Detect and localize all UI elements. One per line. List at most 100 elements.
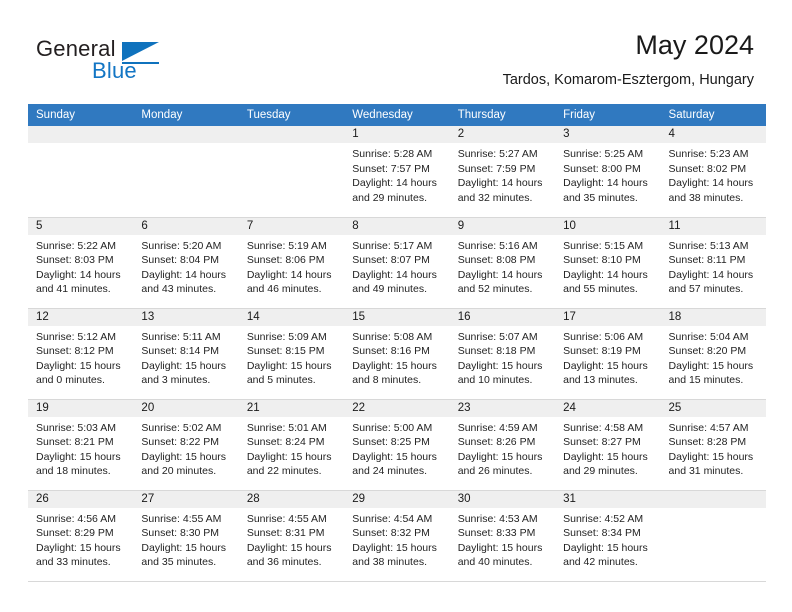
calendar-day-cell[interactable]: 20 Sunrise: 5:02 AM Sunset: 8:22 PM Dayligh… <box>133 398 239 491</box>
sunrise-text: Sunrise: 5:08 AM <box>352 330 433 343</box>
daylight-text-line2: and 57 minutes. <box>668 283 744 296</box>
calendar-day-cell[interactable]: 17 Sunrise: 5:06 AM Sunset: 8:19 PM Dayligh… <box>555 307 661 400</box>
calendar-week-row: 19 Sunrise: 5:03 AM Sunset: 8:21 PM Dayligh… <box>28 398 766 491</box>
day-number: 6 <box>133 217 239 235</box>
daylight-text-line1: Daylight: 15 hours <box>457 450 543 463</box>
sunset-text: Sunset: 8:19 PM <box>563 345 641 358</box>
daylight-text-line2: and 20 minutes. <box>141 465 217 478</box>
sunset-text: Sunset: 8:24 PM <box>246 436 325 449</box>
calendar-day-cell[interactable]: 4 Sunrise: 5:23 AM Sunset: 8:02 PM Daylight… <box>660 126 766 218</box>
calendar-day-cell[interactable]: 5 Sunrise: 5:22 AM Sunset: 8:03 PM Daylight… <box>28 216 134 309</box>
calendar-day-cell[interactable]: 31 Sunrise: 4:52 AM Sunset: 8:34 PM Dayligh… <box>555 489 661 582</box>
day-details: Sunrise: 5:04 AM Sunset: 8:20 PM Daylight:… <box>661 326 766 388</box>
sunset-text: Sunset: 8:04 PM <box>141 254 220 267</box>
calendar-day-cell[interactable]: 14 Sunrise: 5:09 AM Sunset: 8:15 PM Dayligh… <box>238 307 345 400</box>
daylight-text-line1: Daylight: 15 hours <box>563 359 648 372</box>
sunset-text: Sunset: 8:08 PM <box>457 254 536 267</box>
calendar-day-cell[interactable]: 6 Sunrise: 5:20 AM Sunset: 8:04 PM Daylight… <box>133 216 239 309</box>
day-number: 23 <box>449 399 556 417</box>
weekday-header-friday: Friday <box>555 104 661 126</box>
day-number: 14 <box>238 308 345 326</box>
sunset-text: Sunset: 7:59 PM <box>457 162 536 175</box>
calendar-day-cell[interactable]: 24 Sunrise: 4:58 AM Sunset: 8:27 PM Dayligh… <box>555 398 661 491</box>
sunset-text: Sunset: 8:29 PM <box>36 527 114 540</box>
sunset-text: Sunset: 8:33 PM <box>457 527 536 540</box>
day-number: 2 <box>449 126 556 143</box>
daylight-text-line2: and 46 minutes. <box>246 283 322 296</box>
calendar-day-cell[interactable]: 2 Sunrise: 5:27 AM Sunset: 7:59 PM Daylight… <box>449 126 556 218</box>
day-details: Sunrise: 5:22 AM Sunset: 8:03 PM Daylight:… <box>28 235 133 297</box>
calendar-day-cell[interactable]: 10 Sunrise: 5:15 AM Sunset: 8:10 PM Dayligh… <box>555 216 661 309</box>
calendar-day-cell[interactable]: 29 Sunrise: 4:54 AM Sunset: 8:32 PM Dayligh… <box>344 489 450 582</box>
sunrise-text: Sunrise: 5:22 AM <box>36 239 116 252</box>
day-details: Sunrise: 5:19 AM Sunset: 8:06 PM Daylight:… <box>239 235 344 297</box>
daylight-text-line1: Daylight: 14 hours <box>246 268 332 281</box>
day-details: Sunrise: 4:53 AM Sunset: 8:33 PM Daylight:… <box>450 508 555 570</box>
calendar-day-cell[interactable]: 11 Sunrise: 5:13 AM Sunset: 8:11 PM Dayligh… <box>660 216 766 309</box>
day-number: 9 <box>449 217 556 235</box>
daylight-text-line1: Daylight: 14 hours <box>457 177 543 190</box>
calendar-day-cell[interactable]: 7 Sunrise: 5:19 AM Sunset: 8:06 PM Daylight… <box>238 216 345 309</box>
calendar-day-cell-empty <box>238 126 345 218</box>
daylight-text-line1: Daylight: 14 hours <box>141 268 227 281</box>
day-details: Sunrise: 5:16 AM Sunset: 8:08 PM Daylight:… <box>450 235 555 297</box>
day-details: Sunrise: 5:07 AM Sunset: 8:18 PM Daylight:… <box>450 326 555 388</box>
calendar-day-cell[interactable]: 27 Sunrise: 4:55 AM Sunset: 8:30 PM Dayligh… <box>133 489 239 582</box>
calendar-day-cell[interactable]: 30 Sunrise: 4:53 AM Sunset: 8:33 PM Dayligh… <box>449 489 556 582</box>
sunrise-text: Sunrise: 5:13 AM <box>668 239 749 252</box>
calendar-day-cell[interactable]: 26 Sunrise: 4:56 AM Sunset: 8:29 PM Dayligh… <box>28 489 134 582</box>
calendar-day-cell[interactable]: 1 Sunrise: 5:28 AM Sunset: 7:57 PM Daylight… <box>344 126 450 218</box>
sunrise-text: Sunrise: 4:52 AM <box>563 512 644 525</box>
calendar-day-cell[interactable]: 15 Sunrise: 5:08 AM Sunset: 8:16 PM Dayligh… <box>344 307 450 400</box>
daylight-text-line1: Daylight: 15 hours <box>563 541 648 554</box>
daylight-text-line2: and 38 minutes. <box>352 556 427 569</box>
sunrise-text: Sunrise: 4:59 AM <box>457 421 538 434</box>
day-number: 17 <box>555 308 661 326</box>
daylight-text-line1: Daylight: 14 hours <box>36 268 121 281</box>
calendar-header-row: Sunday Monday Tuesday Wednesday Thursday Frid… <box>28 104 766 126</box>
day-details: Sunrise: 4:55 AM Sunset: 8:31 PM Daylight:… <box>239 508 344 570</box>
daylight-text-line2: and 42 minutes. <box>563 556 638 569</box>
sunrise-text: Sunrise: 5:09 AM <box>246 330 327 343</box>
daylight-text-line2: and 31 minutes. <box>668 465 744 478</box>
sunrise-text: Sunrise: 4:55 AM <box>246 512 327 525</box>
sunset-text: Sunset: 8:25 PM <box>352 436 430 449</box>
sunrise-text: Sunrise: 4:54 AM <box>352 512 433 525</box>
weekday-header-saturday: Saturday <box>660 104 766 126</box>
sunrise-text: Sunrise: 5:03 AM <box>36 421 116 434</box>
calendar-day-cell[interactable]: 23 Sunrise: 4:59 AM Sunset: 8:26 PM Dayligh… <box>449 398 556 491</box>
calendar-day-cell[interactable]: 9 Sunrise: 5:16 AM Sunset: 8:08 PM Daylight… <box>449 216 556 309</box>
sunrise-text: Sunrise: 5:00 AM <box>352 421 433 434</box>
sunset-text: Sunset: 8:02 PM <box>668 162 747 175</box>
calendar-day-cell[interactable]: 28 Sunrise: 4:55 AM Sunset: 8:31 PM Dayligh… <box>238 489 345 582</box>
daylight-text-line1: Daylight: 14 hours <box>563 268 648 281</box>
calendar-day-cell[interactable]: 21 Sunrise: 5:01 AM Sunset: 8:24 PM Dayligh… <box>238 398 345 491</box>
day-details: Sunrise: 4:58 AM Sunset: 8:27 PM Daylight:… <box>555 417 660 479</box>
general-blue-logo[interactable]: General Blue <box>36 36 216 88</box>
calendar-day-cell[interactable]: 8 Sunrise: 5:17 AM Sunset: 8:07 PM Daylight… <box>344 216 450 309</box>
calendar-day-cell-empty <box>133 126 239 218</box>
sunset-text: Sunset: 8:21 PM <box>36 436 114 449</box>
day-details: Sunrise: 5:12 AM Sunset: 8:12 PM Daylight:… <box>28 326 133 388</box>
sunrise-text: Sunrise: 5:16 AM <box>457 239 538 252</box>
calendar-day-cell[interactable]: 16 Sunrise: 5:07 AM Sunset: 8:18 PM Dayligh… <box>449 307 556 400</box>
calendar-day-cell[interactable]: 18 Sunrise: 5:04 AM Sunset: 8:20 PM Dayligh… <box>660 307 766 400</box>
day-details: Sunrise: 5:03 AM Sunset: 8:21 PM Daylight:… <box>28 417 133 479</box>
daylight-text-line2: and 3 minutes. <box>141 374 211 387</box>
sunrise-text: Sunrise: 5:28 AM <box>352 148 433 160</box>
daylight-text-line1: Daylight: 15 hours <box>352 359 437 372</box>
calendar-day-cell[interactable]: 3 Sunrise: 5:25 AM Sunset: 8:00 PM Daylight… <box>555 126 661 218</box>
calendar-day-cell[interactable]: 22 Sunrise: 5:00 AM Sunset: 8:25 PM Dayligh… <box>344 398 450 491</box>
weekday-header-monday: Monday <box>133 104 239 126</box>
calendar-day-cell[interactable]: 13 Sunrise: 5:11 AM Sunset: 8:14 PM Dayligh… <box>133 307 239 400</box>
day-details: Sunrise: 5:08 AM Sunset: 8:16 PM Daylight:… <box>344 326 449 388</box>
daylight-text-line1: Daylight: 15 hours <box>36 541 121 554</box>
calendar-day-cell[interactable]: 25 Sunrise: 4:57 AM Sunset: 8:28 PM Dayligh… <box>660 398 766 491</box>
daylight-text-line1: Daylight: 14 hours <box>563 177 648 190</box>
sunset-text: Sunset: 8:22 PM <box>141 436 220 449</box>
calendar-day-cell[interactable]: 19 Sunrise: 5:03 AM Sunset: 8:21 PM Dayligh… <box>28 398 134 491</box>
calendar-day-cell[interactable]: 12 Sunrise: 5:12 AM Sunset: 8:12 PM Dayligh… <box>28 307 134 400</box>
day-number: 28 <box>238 490 345 508</box>
day-number: 10 <box>555 217 661 235</box>
daylight-text-line2: and 55 minutes. <box>563 283 638 296</box>
